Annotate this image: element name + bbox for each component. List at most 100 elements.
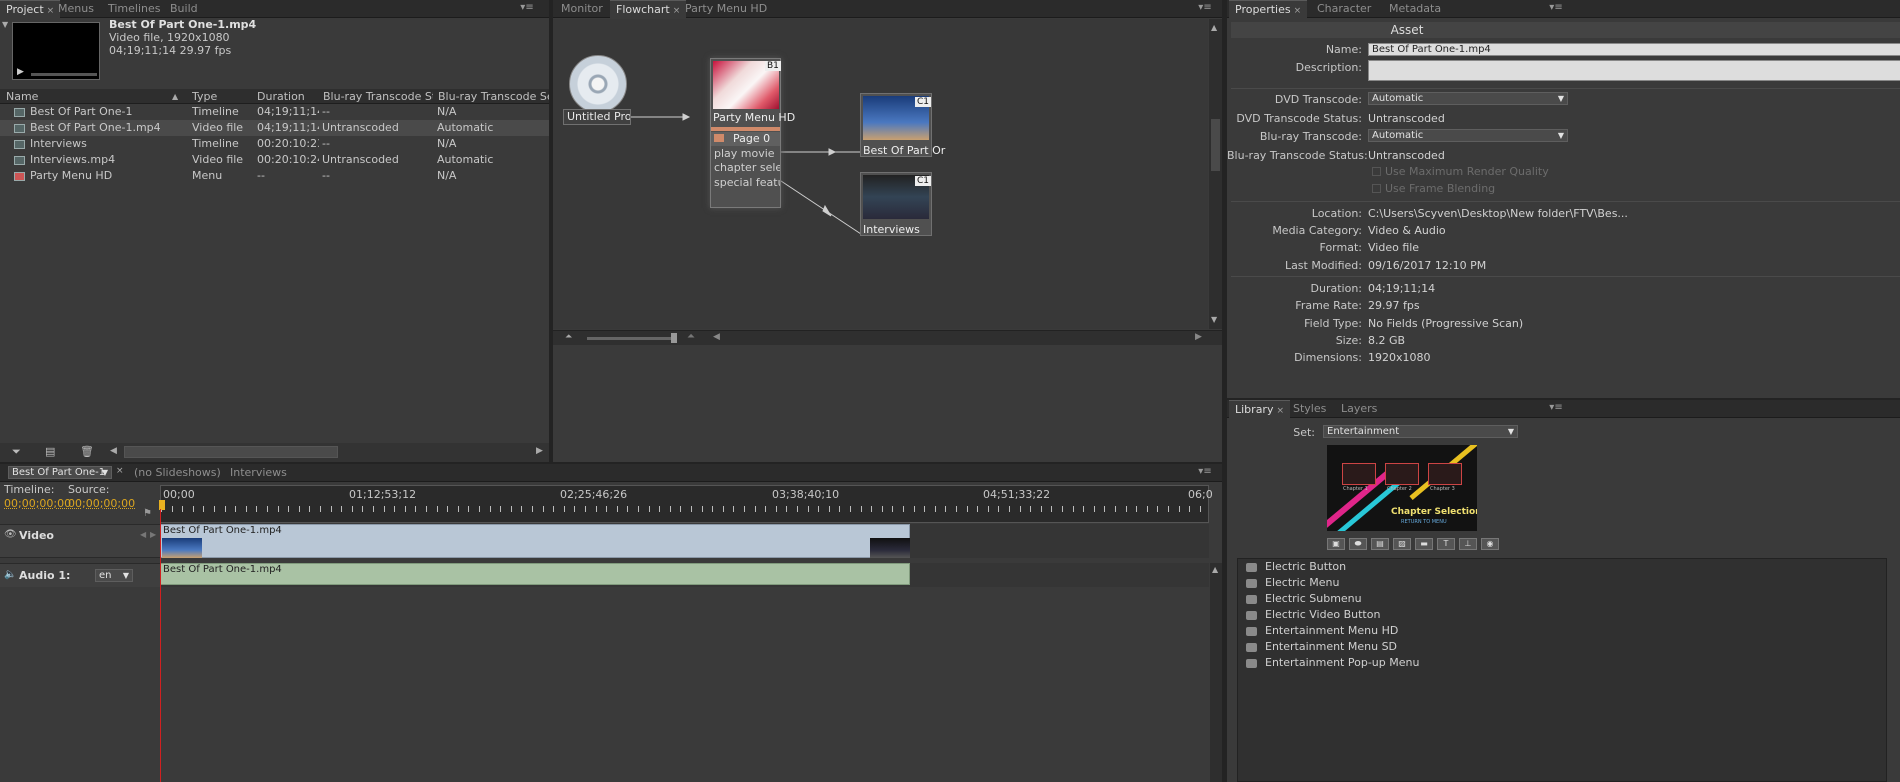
set-select[interactable]: Entertainment ▼ xyxy=(1323,425,1518,438)
filter-background-icon[interactable]: ▨ xyxy=(1393,538,1411,550)
timeline-node-best-of[interactable]: C1 Best Of Part Or xyxy=(860,93,945,157)
tab-menus[interactable]: Menus xyxy=(52,0,100,18)
zoom-out-icon[interactable]: ⏶ xyxy=(565,332,572,342)
column-duration[interactable]: Duration xyxy=(257,89,317,104)
filter-disc-icon[interactable]: ◉ xyxy=(1481,538,1499,550)
tab-timelines[interactable]: Timelines xyxy=(102,0,167,18)
list-item[interactable]: Entertainment Menu SD xyxy=(1246,639,1397,655)
vertical-scroll-thumb[interactable] xyxy=(1211,119,1220,171)
close-icon[interactable]: × xyxy=(1276,406,1284,416)
dvd-transcode-select[interactable]: Automatic ▼ xyxy=(1368,92,1568,105)
tab-library[interactable]: Library × xyxy=(1229,400,1291,418)
tab-layers[interactable]: Layers xyxy=(1335,400,1383,418)
max-render-checkbox[interactable] xyxy=(1372,167,1381,176)
table-row[interactable]: Best Of Part One-1.mp4 Video file 04;19;11… xyxy=(0,120,549,136)
description-field[interactable] xyxy=(1368,60,1900,81)
table-row[interactable]: Interviews Timeline 00:20:10:23 -- N/A xyxy=(0,136,549,152)
preview-thumbnail[interactable]: ▶ xyxy=(12,22,100,80)
menu-button-special-features[interactable]: special feature xyxy=(714,176,780,189)
collapse-arrow-icon[interactable]: ▼ xyxy=(2,20,8,29)
filter-text-icon[interactable]: T xyxy=(1437,538,1455,550)
timeline-select[interactable]: Best Of Part One-1 ▼ xyxy=(8,466,112,479)
tab-no-slideshows[interactable]: (no Slideshows) xyxy=(128,464,227,482)
source-timecode[interactable]: 00;00;00;00 xyxy=(68,497,135,510)
panel-menu-icon[interactable]: ▾≡ xyxy=(1549,2,1563,14)
column-bluray-status[interactable]: Blu-ray Transcode Status xyxy=(323,89,433,104)
table-row[interactable]: Interviews.mp4 Video file 00:20:10:24 Untra… xyxy=(0,152,549,168)
filter-folder-icon[interactable]: ▬ xyxy=(1415,538,1433,550)
timeline-timecode[interactable]: 00;00;00;00 xyxy=(4,497,71,510)
tab-flowchart[interactable]: Flowchart × xyxy=(610,0,687,18)
filter-icon[interactable]: ⏷ xyxy=(12,445,21,459)
preview-scrubber[interactable] xyxy=(31,73,97,76)
list-item[interactable]: Electric Button xyxy=(1246,559,1346,575)
panel-menu-icon[interactable]: ▾≡ xyxy=(1198,2,1212,14)
audio-language-select[interactable]: en ▼ xyxy=(95,569,133,582)
zoom-in-icon[interactable]: ⏶ xyxy=(687,331,695,342)
column-type[interactable]: Type xyxy=(192,89,252,104)
column-name[interactable]: Name xyxy=(6,89,176,104)
library-preview[interactable]: Chapter 1 Chapter 2 Chapter 3 Chapter Se… xyxy=(1327,445,1477,531)
disc-label[interactable]: Untitled Projec xyxy=(563,109,631,125)
list-item[interactable]: Entertainment Menu HD xyxy=(1246,623,1398,639)
column-bluray-setting[interactable]: Blu-ray Transcode Setting xyxy=(438,89,549,104)
menu-page-row[interactable]: Page 0 xyxy=(711,132,780,146)
scroll-right-icon[interactable]: ▶ xyxy=(536,446,543,456)
tab-metadata[interactable]: Metadata xyxy=(1383,0,1447,18)
name-field[interactable]: Best Of Part One-1.mp4 xyxy=(1368,43,1900,56)
panel-menu-icon[interactable]: ▾≡ xyxy=(1198,466,1212,478)
filter-lock-icon[interactable]: ⊥ xyxy=(1459,538,1477,550)
delete-icon[interactable]: 🗑 xyxy=(80,445,94,458)
timeline-vertical-scrollbar[interactable]: ▲ xyxy=(1210,563,1222,782)
close-icon[interactable]: × xyxy=(116,466,124,476)
flowchart-canvas[interactable]: Untitled Projec B1 Party Menu HD Page 0 … xyxy=(553,19,1208,329)
speaker-icon[interactable]: 🔈 xyxy=(4,569,16,580)
play-icon[interactable]: ▶ xyxy=(17,67,24,77)
list-item[interactable]: Entertainment Pop-up Menu xyxy=(1246,655,1419,671)
menu-button-chapter-selection[interactable]: chapter selectic xyxy=(714,161,780,174)
bluray-transcode-select[interactable]: Automatic ▼ xyxy=(1368,129,1568,142)
new-item-icon[interactable]: ▤ xyxy=(45,445,55,458)
disc-icon[interactable] xyxy=(569,55,627,113)
tab-styles[interactable]: Styles xyxy=(1287,400,1332,418)
tab-character[interactable]: Character xyxy=(1311,0,1377,18)
tab-build[interactable]: Build xyxy=(164,0,204,18)
scroll-up-icon[interactable]: ▲ xyxy=(1211,23,1217,32)
timeline-node-interviews[interactable]: C1 Interviews xyxy=(860,172,932,236)
h-scroll-left-icon[interactable]: ◀ xyxy=(713,332,720,342)
audio-clip[interactable]: Best Of Part One-1.mp4 xyxy=(160,563,910,585)
tab-party-menu-hd[interactable]: Party Menu HD xyxy=(679,0,773,18)
filter-image-icon[interactable]: ▣ xyxy=(1327,538,1345,550)
sort-ascending-icon[interactable]: ▲ xyxy=(172,89,178,104)
flowchart-vertical-scrollbar[interactable]: ▲ ▼ xyxy=(1209,19,1222,329)
scroll-left-icon[interactable]: ◀ xyxy=(110,446,117,456)
menu-button-play-movie[interactable]: play movie xyxy=(714,147,775,160)
table-row[interactable]: Best Of Part One-1 Timeline 04;19;11;14 -- N… xyxy=(0,104,549,120)
scroll-down-icon[interactable]: ▼ xyxy=(1211,315,1217,324)
tab-monitor[interactable]: Monitor xyxy=(555,0,609,18)
horizontal-scrollbar[interactable] xyxy=(124,446,338,458)
video-clip[interactable]: Best Of Part One-1.mp4 xyxy=(160,524,910,558)
list-item[interactable]: Electric Submenu xyxy=(1246,591,1362,607)
tab-properties[interactable]: Properties × xyxy=(1229,0,1308,18)
panel-menu-icon[interactable]: ▾≡ xyxy=(1549,402,1563,414)
zoom-slider[interactable] xyxy=(587,337,677,340)
filter-menu-icon[interactable]: ▤ xyxy=(1371,538,1389,550)
table-row[interactable]: Party Menu HD Menu -- -- N/A xyxy=(0,168,549,184)
panel-menu-icon[interactable]: ▾≡ xyxy=(520,2,534,14)
frame-blending-checkbox[interactable] xyxy=(1372,184,1381,193)
tab-interviews[interactable]: Interviews xyxy=(224,464,293,482)
time-ruler[interactable]: 00;00 01;12;53;12 02;25;46;26 03;38;40;10 04… xyxy=(159,485,1213,523)
prev-icon[interactable]: ◀ xyxy=(140,530,146,539)
h-scroll-right-icon[interactable]: ▶ xyxy=(1195,332,1202,342)
close-icon[interactable]: × xyxy=(1294,6,1302,16)
scroll-up-icon[interactable]: ▲ xyxy=(1212,565,1218,574)
eye-icon[interactable]: 👁 xyxy=(4,529,17,540)
menu-node[interactable]: B1 Party Menu HD Page 0 play movie chapt… xyxy=(710,58,795,208)
add-marker-icon[interactable]: ⚑ xyxy=(143,508,152,519)
zoom-slider-handle[interactable] xyxy=(671,333,677,343)
next-icon[interactable]: ▶ xyxy=(150,530,156,539)
filter-button-icon[interactable]: ⬬ xyxy=(1349,538,1367,550)
list-item[interactable]: Electric Menu xyxy=(1246,575,1339,591)
list-item[interactable]: Electric Video Button xyxy=(1246,607,1380,623)
